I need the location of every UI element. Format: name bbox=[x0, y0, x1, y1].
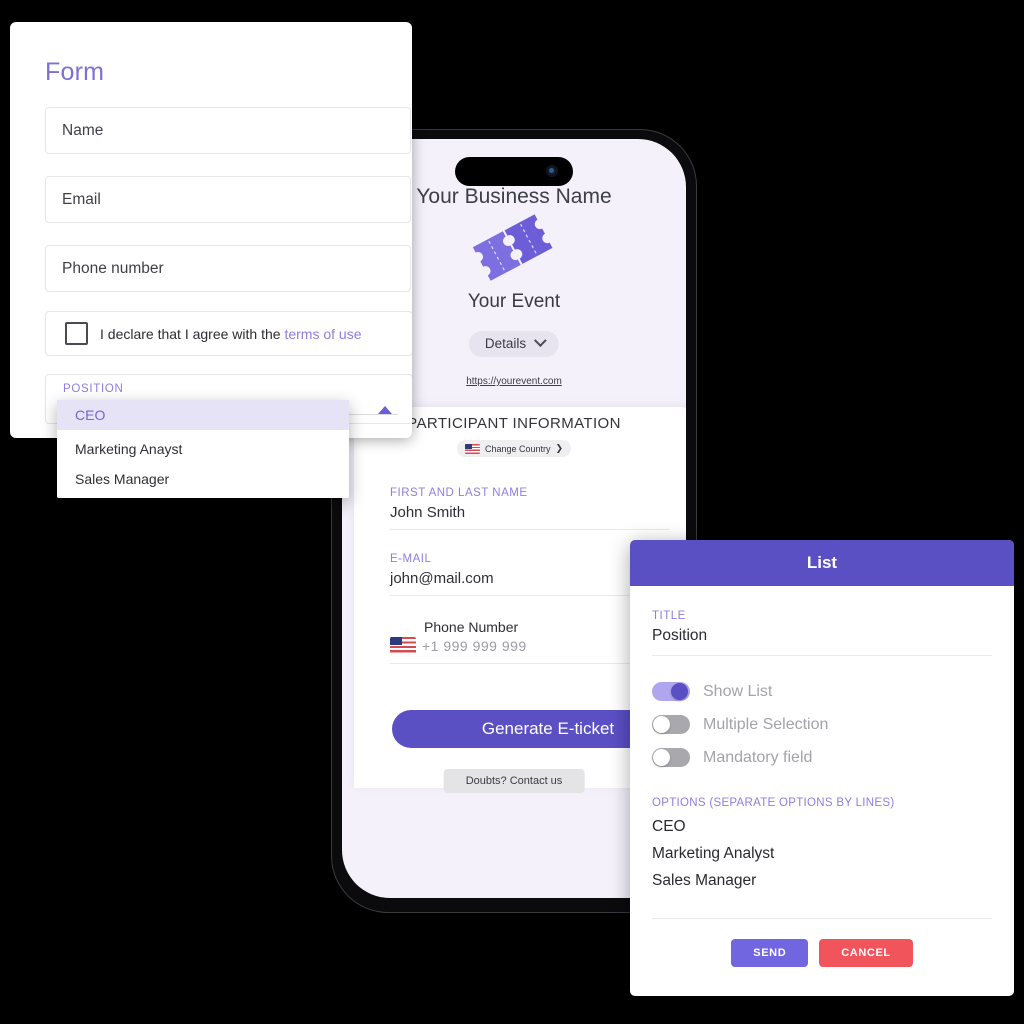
phone-field-value: +1 999 999 999 bbox=[422, 637, 527, 654]
list-title-field[interactable]: TITLE Position bbox=[652, 610, 992, 656]
position-dropdown-menu[interactable]: CEO Marketing Anayst Sales Manager bbox=[57, 400, 349, 498]
options-editor[interactable]: OPTIONS (SEPARATE OPTIONS BY LINES) CEO … bbox=[652, 797, 992, 919]
list-title-underline bbox=[652, 655, 992, 656]
list-panel-title: List bbox=[806, 553, 838, 572]
option-line-1: Marketing Analyst bbox=[652, 845, 775, 862]
list-panel-header: List bbox=[630, 540, 1014, 586]
email-input-placeholder: Email bbox=[62, 190, 101, 208]
change-country-label: Change Country bbox=[484, 443, 551, 454]
list-title-label: TITLE bbox=[652, 610, 686, 622]
field-label: E-MAIL bbox=[390, 553, 432, 565]
screenshot-canvas: Your Business Name Your Event Details ht… bbox=[0, 0, 1024, 1024]
field-underline bbox=[390, 663, 670, 664]
mandatory-field-label: Mandatory field bbox=[703, 748, 813, 766]
phone-input[interactable]: Phone number bbox=[45, 245, 411, 292]
multiple-selection-label: Multiple Selection bbox=[703, 715, 829, 733]
panel-actions: SEND CANCEL bbox=[652, 939, 992, 967]
terms-checkbox[interactable] bbox=[65, 322, 88, 345]
field-underline bbox=[390, 595, 670, 596]
options-label: OPTIONS (SEPARATE OPTIONS BY LINES) bbox=[652, 797, 895, 809]
email-input[interactable]: Email bbox=[45, 176, 411, 223]
list-settings-panel: List TITLE Position Show List Multiple S… bbox=[630, 540, 1014, 996]
toggle-row-multiple-selection[interactable]: Multiple Selection bbox=[652, 715, 992, 734]
toggle-row-mandatory-field[interactable]: Mandatory field bbox=[652, 748, 992, 767]
front-camera-icon bbox=[546, 165, 558, 177]
field-phone-number[interactable]: Phone Number +1 999 999 999 bbox=[390, 619, 670, 664]
dropdown-option-sales[interactable]: Sales Manager bbox=[57, 464, 349, 494]
details-button-label: Details bbox=[484, 336, 527, 351]
name-input-placeholder: Name bbox=[62, 121, 104, 139]
option-line-0: CEO bbox=[652, 818, 686, 835]
name-input[interactable]: Name bbox=[45, 107, 411, 154]
toggle-group: Show List Multiple Selection Mandatory f… bbox=[652, 682, 992, 767]
field-email[interactable]: E-MAIL john@mail.com bbox=[390, 553, 670, 596]
option-line-2: Sales Manager bbox=[652, 872, 757, 889]
generate-eticket-label: Generate E-ticket bbox=[481, 719, 615, 738]
toggle-knob bbox=[653, 749, 670, 766]
terms-consent-row[interactable]: I declare that I agree with the terms of… bbox=[45, 311, 412, 356]
dropdown-option-marketing[interactable]: Marketing Anayst bbox=[57, 434, 349, 464]
details-button[interactable]: Details bbox=[468, 331, 560, 357]
list-title-value: Position bbox=[652, 627, 708, 644]
change-country-button[interactable]: Change Country ❯ bbox=[456, 440, 572, 457]
options-underline bbox=[652, 918, 992, 919]
show-list-label: Show List bbox=[703, 682, 773, 700]
chevron-right-icon: ❯ bbox=[555, 443, 564, 453]
terms-consent-label: I declare that I agree with the terms of… bbox=[100, 326, 361, 342]
multiple-selection-toggle[interactable] bbox=[652, 715, 690, 734]
field-value: john@mail.com bbox=[390, 570, 494, 587]
us-flag-icon bbox=[390, 637, 416, 654]
position-select-label: POSITION bbox=[63, 383, 124, 395]
ticket-pair-icon bbox=[468, 212, 560, 289]
dynamic-island bbox=[455, 157, 573, 186]
phone-input-placeholder: Phone number bbox=[62, 259, 164, 277]
page-title: Form bbox=[45, 58, 105, 86]
field-underline bbox=[390, 529, 670, 530]
contact-us-label: Doubts? Contact us bbox=[465, 775, 563, 787]
mandatory-field-toggle[interactable] bbox=[652, 748, 690, 767]
field-first-last-name[interactable]: FIRST AND LAST NAME John Smith bbox=[390, 487, 670, 530]
caret-up-icon[interactable] bbox=[378, 406, 392, 414]
terms-consent-text: I declare that I agree with the bbox=[100, 325, 281, 342]
chevron-down-icon bbox=[534, 334, 547, 348]
toggle-row-show-list[interactable]: Show List bbox=[652, 682, 992, 701]
toggle-knob bbox=[671, 683, 688, 700]
form-card: Form Name Email Phone number I declare t… bbox=[10, 22, 412, 438]
field-value: John Smith bbox=[390, 504, 466, 521]
dropdown-option-ceo[interactable]: CEO bbox=[57, 400, 349, 430]
contact-us-button[interactable]: Doubts? Contact us bbox=[443, 769, 585, 793]
show-list-toggle[interactable] bbox=[652, 682, 690, 701]
terms-of-use-link[interactable]: terms of use bbox=[284, 326, 361, 342]
send-button[interactable]: SEND bbox=[731, 939, 809, 967]
toggle-knob bbox=[653, 716, 670, 733]
us-flag-icon bbox=[464, 443, 480, 454]
field-label: FIRST AND LAST NAME bbox=[390, 487, 528, 499]
cancel-button[interactable]: CANCEL bbox=[819, 939, 913, 967]
